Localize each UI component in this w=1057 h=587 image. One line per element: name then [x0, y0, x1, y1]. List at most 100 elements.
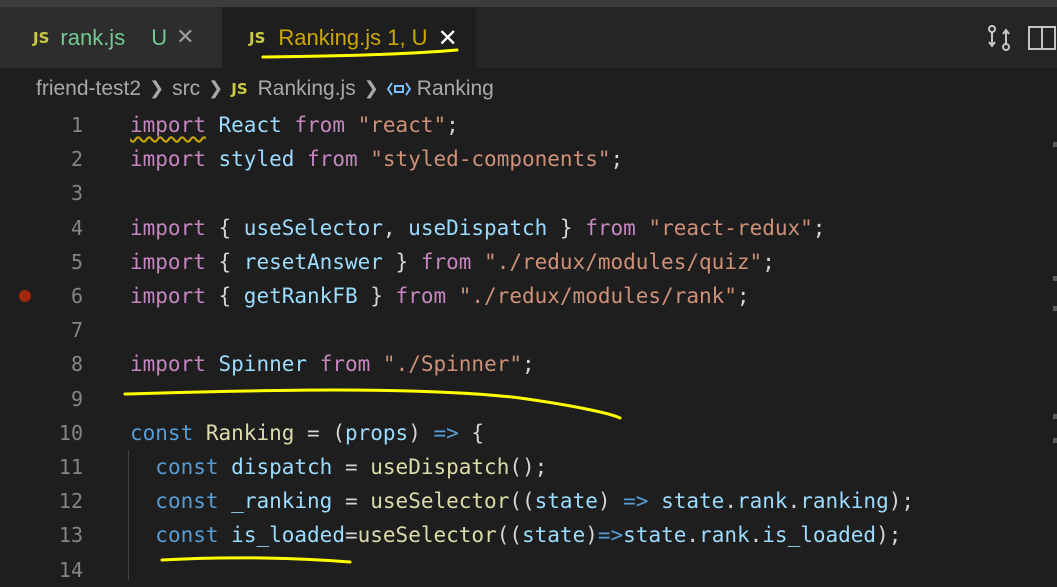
code-line[interactable]: 1 import React from "react";: [0, 108, 1057, 142]
code-text: const is_loaded=useSelector((state)=>sta…: [130, 518, 901, 552]
code-token: .: [724, 489, 737, 514]
code-text: import { resetAnswer } from "./redux/mod…: [130, 245, 775, 279]
close-icon[interactable]: ✕: [176, 25, 194, 50]
code-token: import: [130, 215, 206, 240]
code-token: {: [205, 284, 244, 308]
scrollbar-marker: [1053, 306, 1057, 311]
line-number: 14: [58, 557, 83, 582]
tab-rank-js[interactable]: JS rank.js U ✕: [0, 7, 222, 68]
code-token: ();: [509, 455, 548, 479]
code-text: import Spinner from "./Spinner";: [130, 347, 535, 381]
symbol-variable-icon: [386, 81, 411, 96]
code-token: =>: [433, 420, 459, 445]
code-text: const Ranking = (props) => {: [130, 416, 484, 450]
line-number: 3: [70, 181, 83, 206]
line-number: 9: [70, 386, 83, 411]
scrollbar-marker: [1053, 142, 1057, 147]
breadcrumb: friend-test2 ❯ src ❯ JS Ranking.js ❯ Ran…: [0, 68, 1057, 109]
tab-ranking-js[interactable]: JS Ranking.js 1, U ✕: [222, 7, 476, 68]
code-token: =: [332, 489, 371, 514]
code-line[interactable]: 5 import { resetAnswer } from "./redux/mo…: [0, 245, 1057, 279]
line-number: 5: [70, 249, 83, 274]
chevron-right-icon: ❯: [149, 78, 165, 98]
breadcrumb-folder[interactable]: friend-test2: [36, 77, 141, 101]
code-token: dispatch: [231, 455, 333, 479]
code-line[interactable]: 7: [0, 313, 1057, 347]
chevron-right-icon: ❯: [363, 78, 379, 98]
js-file-icon: JS: [33, 28, 50, 47]
code-line[interactable]: 14: [0, 553, 1057, 587]
code-token: );: [876, 523, 902, 548]
code-token: ;: [446, 113, 459, 137]
scrollbar-marker: [1053, 414, 1057, 419]
tab-bar: JS rank.js U ✕ JS Ranking.js 1, U ✕: [0, 7, 1057, 68]
code-text: const _ranking = useSelector((state) => …: [130, 484, 914, 518]
code-line[interactable]: 10 const Ranking = (props) => {: [0, 416, 1057, 450]
code-line[interactable]: 4 import { useSelector, useDispatch } fro…: [0, 211, 1057, 245]
code-token: rank: [699, 523, 750, 548]
code-token: = (: [294, 420, 345, 445]
code-token: .: [787, 489, 801, 514]
code-token: from: [319, 352, 371, 377]
code-token: {: [205, 215, 244, 240]
js-file-icon: JS: [231, 79, 248, 98]
breakpoint-dot[interactable]: [19, 290, 31, 302]
breadcrumb-symbol[interactable]: Ranking: [417, 77, 494, 101]
breadcrumb-subfolder[interactable]: src: [172, 77, 200, 101]
code-line[interactable]: 8 import Spinner from "./Spinner";: [0, 347, 1057, 381]
code-token: );: [888, 489, 915, 514]
line-number: 2: [70, 147, 83, 172]
code-token: React: [218, 113, 282, 137]
code-token: }: [382, 249, 421, 274]
code-token: state: [661, 489, 725, 514]
line-number: 8: [70, 352, 83, 377]
code-token: resetAnswer: [243, 249, 383, 274]
line-number: 11: [58, 455, 83, 479]
code-token: "react-redux": [648, 215, 813, 240]
code-token: "./redux/modules/quiz": [484, 249, 763, 274]
breadcrumb-file[interactable]: Ranking.js: [258, 77, 356, 101]
code-token: ;: [610, 147, 624, 172]
code-token: .: [686, 523, 700, 548]
code-token: =>: [623, 489, 649, 514]
code-token: "styled-components": [370, 147, 611, 172]
open-changes-button[interactable]: [979, 18, 1019, 58]
code-token: state: [623, 523, 687, 548]
code-token: import: [130, 113, 206, 137]
code-line[interactable]: 11 const dispatch = useDispatch();: [0, 450, 1057, 484]
code-token: ranking: [800, 489, 889, 514]
compare-changes-icon: [988, 24, 1010, 51]
code-token: ;: [522, 352, 535, 377]
code-line[interactable]: 6 import { getRankFB } from "./redux/modu…: [0, 279, 1057, 313]
js-file-icon: JS: [249, 28, 266, 47]
code-editor[interactable]: 1 import React from "react"; 2 import style…: [0, 108, 1057, 582]
code-token: state: [534, 489, 598, 514]
line-number: 12: [58, 489, 83, 514]
code-line[interactable]: 13 const is_loaded=useSelector((state)=>…: [0, 518, 1057, 552]
code-line[interactable]: 9: [0, 382, 1057, 416]
code-token: import: [130, 249, 206, 274]
code-line[interactable]: 12 const _ranking = useSelector((state) …: [0, 484, 1057, 518]
line-number: 6: [70, 284, 83, 308]
close-icon[interactable]: ✕: [438, 24, 458, 52]
code-line[interactable]: 3: [0, 176, 1057, 210]
code-token: useDispatch: [408, 215, 548, 240]
code-token: is_loaded: [762, 523, 877, 548]
code-line[interactable]: 2 import styled from "styled-components";: [0, 142, 1057, 176]
vertical-scrollbar[interactable]: [1051, 108, 1057, 575]
code-token: ;: [812, 215, 826, 240]
chevron-right-icon: ❯: [208, 78, 224, 98]
code-token: =: [332, 455, 371, 479]
code-text: import { getRankFB } from "./redux/modul…: [130, 279, 750, 313]
split-editor-button[interactable]: [1027, 18, 1057, 58]
line-number: 7: [70, 318, 83, 343]
code-token: "./Spinner": [382, 352, 522, 377]
